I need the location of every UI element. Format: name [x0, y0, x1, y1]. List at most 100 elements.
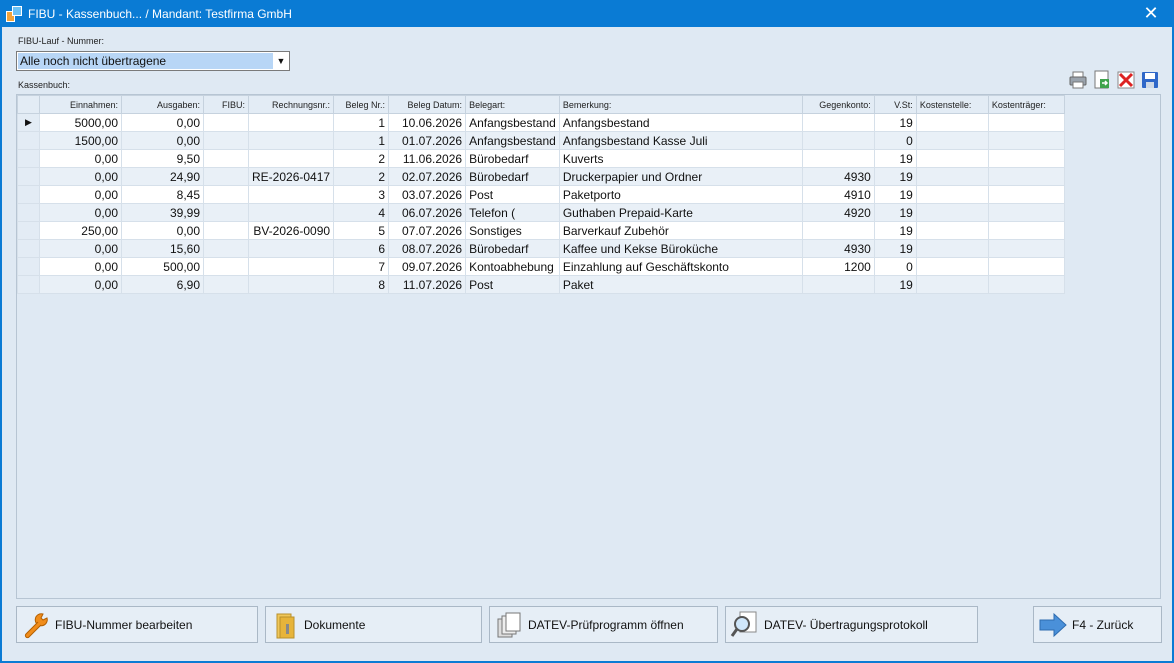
- cell-vst[interactable]: 19: [873, 113, 917, 132]
- cell-gegenkonto[interactable]: 4930: [801, 167, 875, 186]
- cell-belegart[interactable]: Bürobedarf: [465, 167, 560, 186]
- datev-pruefprogramm-button[interactable]: DATEV-Prüfprogramm öffnen: [489, 606, 718, 643]
- cell-gegenkonto[interactable]: [801, 221, 875, 240]
- cell-rechnungsnr[interactable]: [247, 239, 335, 258]
- cell-kostentraeger[interactable]: [987, 275, 1065, 294]
- cell-fibu[interactable]: [203, 239, 249, 258]
- cell-beleg-datum[interactable]: 09.07.2026: [388, 257, 467, 276]
- cell-beleg-nr[interactable]: 8: [333, 275, 390, 294]
- cell-beleg-nr[interactable]: 4: [333, 203, 390, 222]
- cell-bemerkung[interactable]: Paket: [558, 275, 803, 294]
- col-header-beleg-nr[interactable]: Beleg Nr.:: [333, 95, 390, 114]
- cell-ausgaben[interactable]: 9,50: [121, 149, 204, 168]
- cell-fibu[interactable]: [203, 221, 249, 240]
- table-row[interactable]: 0,00 9,50 2 11.06.2026 Bürobedarf Kuvert…: [17, 149, 1065, 168]
- cell-beleg-nr[interactable]: 2: [333, 149, 390, 168]
- cell-gegenkonto[interactable]: [801, 131, 875, 150]
- cell-vst[interactable]: 19: [873, 275, 917, 294]
- cell-einnahmen[interactable]: 0,00: [39, 185, 122, 204]
- cell-gegenkonto[interactable]: 4910: [801, 185, 875, 204]
- cell-kostenstelle[interactable]: [915, 257, 989, 276]
- dokumente-button[interactable]: Dokumente: [265, 606, 482, 643]
- cell-einnahmen[interactable]: 0,00: [39, 239, 122, 258]
- col-header-beleg-datum[interactable]: Beleg Datum:: [388, 95, 467, 114]
- cell-fibu[interactable]: [203, 149, 249, 168]
- cell-belegart[interactable]: Telefon (: [465, 203, 560, 222]
- row-selector[interactable]: [17, 167, 40, 186]
- cell-fibu[interactable]: [203, 275, 249, 294]
- cell-einnahmen[interactable]: 0,00: [39, 149, 122, 168]
- cell-beleg-nr[interactable]: 2: [333, 167, 390, 186]
- cell-vst[interactable]: 19: [873, 167, 917, 186]
- cell-beleg-datum[interactable]: 10.06.2026: [388, 113, 467, 132]
- chevron-down-icon[interactable]: ▼: [273, 52, 289, 70]
- cell-kostentraeger[interactable]: [987, 167, 1065, 186]
- cell-kostentraeger[interactable]: [987, 185, 1065, 204]
- table-row[interactable]: 0,00 15,60 6 08.07.2026 Bürobedarf Kaffe…: [17, 239, 1065, 258]
- cell-ausgaben[interactable]: 8,45: [121, 185, 204, 204]
- cell-vst[interactable]: 0: [873, 257, 917, 276]
- row-selector[interactable]: [17, 203, 40, 222]
- kassenbuch-grid[interactable]: Einnahmen: Ausgaben: FIBU: Rechnungsnr.:…: [16, 94, 1161, 599]
- cell-rechnungsnr[interactable]: [247, 185, 335, 204]
- cell-vst[interactable]: 19: [873, 239, 917, 258]
- col-header-vst[interactable]: V.St:: [873, 95, 917, 114]
- cell-bemerkung[interactable]: Anfangsbestand Kasse Juli: [558, 131, 803, 150]
- cell-rechnungsnr[interactable]: [247, 203, 335, 222]
- cell-einnahmen[interactable]: 0,00: [39, 257, 122, 276]
- cell-kostenstelle[interactable]: [915, 149, 989, 168]
- cell-einnahmen[interactable]: 5000,00: [39, 113, 122, 132]
- cell-vst[interactable]: 19: [873, 221, 917, 240]
- cell-rechnungsnr[interactable]: BV-2026-0090: [247, 221, 335, 240]
- cell-bemerkung[interactable]: Kuverts: [558, 149, 803, 168]
- delete-icon[interactable]: [1116, 70, 1136, 90]
- cell-vst[interactable]: 19: [873, 149, 917, 168]
- fibu-nummer-bearbeiten-button[interactable]: FIBU-Nummer bearbeiten: [16, 606, 258, 643]
- cell-einnahmen[interactable]: 0,00: [39, 167, 122, 186]
- cell-fibu[interactable]: [203, 131, 249, 150]
- row-selector[interactable]: [17, 149, 40, 168]
- cell-beleg-datum[interactable]: 06.07.2026: [388, 203, 467, 222]
- cell-beleg-datum[interactable]: 11.07.2026: [388, 275, 467, 294]
- col-header-rechnungsnr[interactable]: Rechnungsnr.:: [247, 95, 335, 114]
- cell-beleg-nr[interactable]: 1: [333, 113, 390, 132]
- cell-kostentraeger[interactable]: [987, 221, 1065, 240]
- table-row[interactable]: ▶ 5000,00 0,00 1 10.06.2026 Anfangsbesta…: [17, 113, 1065, 132]
- col-header-fibu[interactable]: FIBU:: [203, 95, 249, 114]
- col-header-gegenkonto[interactable]: Gegenkonto:: [801, 95, 875, 114]
- cell-bemerkung[interactable]: Anfangsbestand: [558, 113, 803, 132]
- cell-einnahmen[interactable]: 0,00: [39, 203, 122, 222]
- cell-kostenstelle[interactable]: [915, 203, 989, 222]
- col-header-ausgaben[interactable]: Ausgaben:: [121, 95, 204, 114]
- table-row[interactable]: 0,00 500,00 7 09.07.2026 Kontoabhebung E…: [17, 257, 1065, 276]
- cell-belegart[interactable]: Bürobedarf: [465, 149, 560, 168]
- cell-beleg-datum[interactable]: 02.07.2026: [388, 167, 467, 186]
- cell-belegart[interactable]: Post: [465, 185, 560, 204]
- cell-vst[interactable]: 19: [873, 185, 917, 204]
- cell-gegenkonto[interactable]: 4930: [801, 239, 875, 258]
- cell-gegenkonto[interactable]: [801, 149, 875, 168]
- cell-bemerkung[interactable]: Barverkauf Zubehör: [558, 221, 803, 240]
- cell-einnahmen[interactable]: 1500,00: [39, 131, 122, 150]
- table-row[interactable]: 0,00 6,90 8 11.07.2026 Post Paket 19: [17, 275, 1065, 294]
- cell-ausgaben[interactable]: 0,00: [121, 221, 204, 240]
- cell-belegart[interactable]: Anfangsbestand: [465, 113, 560, 132]
- cell-ausgaben[interactable]: 0,00: [121, 113, 204, 132]
- cell-bemerkung[interactable]: Kaffee und Kekse Büroküche: [558, 239, 803, 258]
- table-row[interactable]: 0,00 8,45 3 03.07.2026 Post Paketporto 4…: [17, 185, 1065, 204]
- row-selector[interactable]: [17, 221, 40, 240]
- cell-ausgaben[interactable]: 24,90: [121, 167, 204, 186]
- table-row[interactable]: 250,00 0,00 BV-2026-0090 5 07.07.2026 So…: [17, 221, 1065, 240]
- cell-rechnungsnr[interactable]: [247, 257, 335, 276]
- cell-fibu[interactable]: [203, 185, 249, 204]
- row-selector-icon[interactable]: ▶: [17, 113, 40, 132]
- cell-beleg-nr[interactable]: 3: [333, 185, 390, 204]
- table-row[interactable]: 0,00 39,99 4 06.07.2026 Telefon ( Guthab…: [17, 203, 1065, 222]
- table-row[interactable]: 1500,00 0,00 1 01.07.2026 Anfangsbestand…: [17, 131, 1065, 150]
- cell-einnahmen[interactable]: 0,00: [39, 275, 122, 294]
- cell-beleg-datum[interactable]: 03.07.2026: [388, 185, 467, 204]
- row-selector[interactable]: [17, 131, 40, 150]
- cell-kostentraeger[interactable]: [987, 257, 1065, 276]
- cell-kostenstelle[interactable]: [915, 185, 989, 204]
- cell-bemerkung[interactable]: Paketporto: [558, 185, 803, 204]
